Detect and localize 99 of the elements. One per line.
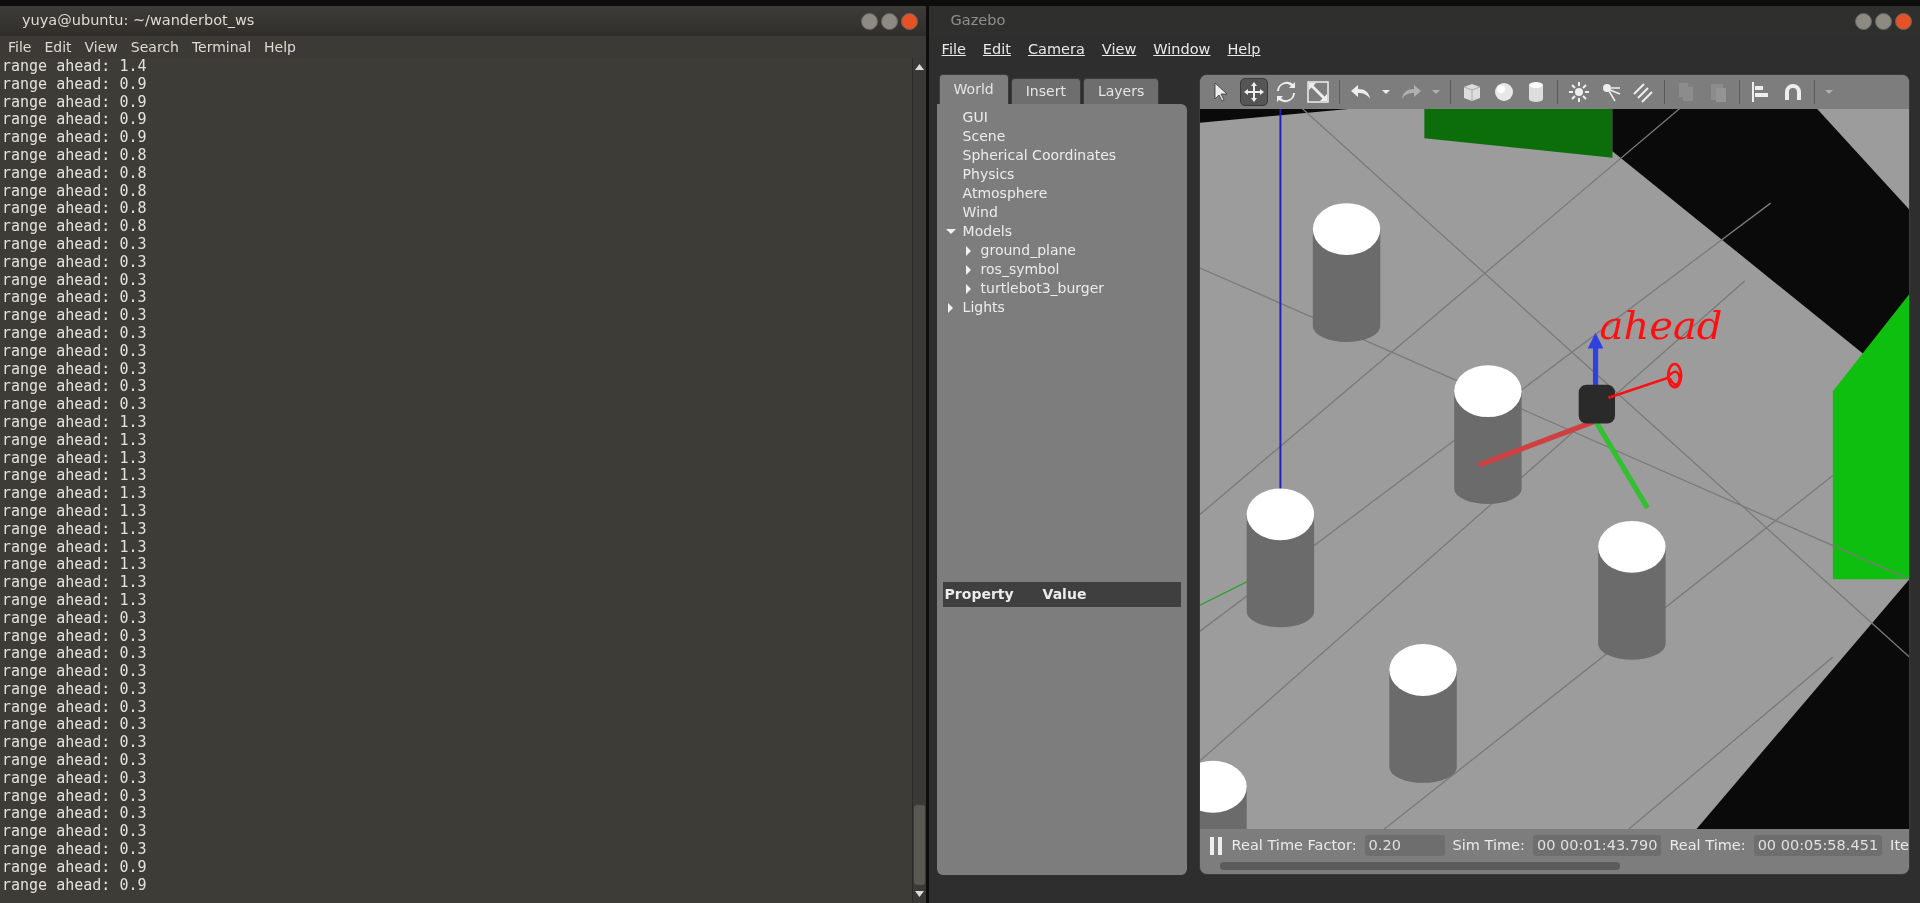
column-header: Value: [1041, 584, 1087, 604]
output-line: range ahead: 1.3: [2, 591, 148, 610]
output-line: range ahead: 1.3: [2, 502, 148, 521]
output-line: range ahead: 1.3: [2, 467, 148, 486]
minimize-button[interactable]: [860, 12, 878, 30]
tree-item[interactable]: Physics: [962, 164, 1015, 185]
menu-item[interactable]: Edit: [982, 39, 1011, 61]
tab[interactable]: World: [938, 74, 1009, 104]
menu-item[interactable]: View: [1101, 39, 1137, 61]
output-line: range ahead: 0.3: [2, 324, 148, 343]
menu-item[interactable]: Search: [130, 36, 179, 58]
output-line: range ahead: 0.3: [2, 253, 148, 272]
tree-item[interactable]: Spherical Coordinates: [962, 145, 1117, 166]
menu-item[interactable]: Edit: [44, 36, 72, 58]
move-arrows-icon[interactable]: [1239, 78, 1268, 106]
menu-item[interactable]: File: [941, 39, 966, 61]
output-line: range ahead: 0.9: [2, 111, 148, 130]
output-line: range ahead: 0.3: [2, 307, 148, 325]
tree-item[interactable]: Atmosphere: [962, 183, 1048, 204]
output-line: range ahead: 0.3: [2, 378, 148, 397]
output-line: range ahead: 0.3: [2, 235, 148, 254]
status-value-field: 00 00:01:43.790: [1532, 834, 1662, 857]
window-title: yuya@ubuntu: ~/wanderbot_ws: [22, 11, 255, 31]
tree-item[interactable]: turtlebot3_burger: [980, 278, 1105, 299]
menu-item[interactable]: Help: [264, 36, 296, 58]
status-value-field: 0.20: [1364, 834, 1445, 857]
tab[interactable]: Insert: [1010, 78, 1081, 104]
output-line: range ahead: 0.3: [2, 645, 148, 664]
output-line: range ahead: 0.3: [2, 342, 148, 361]
tree-item[interactable]: Models: [962, 221, 1012, 242]
maximize-button[interactable]: [1875, 12, 1892, 30]
output-line: range ahead: 1.3: [2, 556, 148, 575]
status-label: Sim Time:: [1452, 835, 1525, 855]
menu-item[interactable]: Window: [1153, 39, 1211, 61]
output-line: range ahead: 1.3: [2, 485, 148, 503]
output-line: range ahead: 0.3: [2, 805, 148, 824]
output-line: range ahead: 0.9: [2, 93, 148, 112]
output-line: range ahead: 0.3: [2, 787, 148, 806]
output-line: range ahead: 0.8: [2, 218, 148, 236]
output-line: range ahead: 0.8: [2, 182, 148, 201]
output-line: range ahead: 1.4: [2, 58, 148, 76]
status-label: Real Time Factor:: [1231, 835, 1357, 855]
output-line: range ahead: 0.3: [2, 716, 148, 735]
window-title: Gazebo: [950, 11, 1006, 31]
menu-item[interactable]: View: [84, 36, 118, 58]
output-line: range ahead: 0.3: [2, 841, 148, 859]
output-line: range ahead: 0.9: [2, 876, 148, 895]
output-line: range ahead: 0.3: [2, 289, 148, 308]
scrollbar-thumb[interactable]: [1219, 862, 1620, 870]
output-line: range ahead: 0.3: [2, 680, 148, 699]
tree-item[interactable]: GUI: [962, 107, 988, 128]
menu-item[interactable]: File: [8, 36, 32, 58]
output-line: range ahead: 0.3: [2, 823, 148, 842]
output-line: range ahead: 0.3: [2, 627, 148, 646]
scrollbar-thumb[interactable]: [913, 805, 925, 885]
output-line: range ahead: 1.3: [2, 574, 148, 592]
close-button[interactable]: [900, 12, 918, 30]
output-line: range ahead: 0.3: [2, 609, 148, 628]
output-line: range ahead: 0.9: [2, 75, 148, 94]
scrollbar[interactable]: [911, 58, 926, 903]
menu-item[interactable]: Terminal: [191, 36, 252, 58]
tree-item[interactable]: ground_plane: [980, 240, 1076, 261]
status-value-field: 00 00:05:58.451: [1753, 834, 1883, 857]
output-line: range ahead: 0.9: [2, 858, 148, 877]
tree-item[interactable]: Wind: [962, 202, 998, 223]
tree-item[interactable]: ros_symbol: [980, 259, 1060, 280]
scroll-down-icon[interactable]: [914, 891, 924, 897]
scroll-up-icon[interactable]: [914, 64, 924, 70]
output-line: range ahead: 0.3: [2, 752, 148, 770]
output-line: range ahead: 1.3: [2, 431, 148, 450]
output-line: range ahead: 1.3: [2, 449, 148, 468]
tab[interactable]: Layers: [1082, 78, 1160, 104]
minimize-button[interactable]: [1855, 12, 1872, 30]
annotation-text: ahead: [1599, 305, 1723, 345]
menu-item[interactable]: Help: [1227, 39, 1261, 61]
pause-icon[interactable]: [1209, 836, 1224, 855]
output-line: range ahead: 1.3: [2, 520, 148, 539]
output-line: range ahead: 0.8: [2, 147, 148, 165]
output-line: range ahead: 1.3: [2, 413, 148, 432]
output-line: range ahead: 0.3: [2, 698, 148, 717]
status-label: Real Time:: [1669, 835, 1746, 855]
output-line: range ahead: 0.3: [2, 734, 148, 753]
output-line: range ahead: 0.8: [2, 200, 148, 219]
output-line: range ahead: 0.3: [2, 769, 148, 788]
output-line: range ahead: 0.3: [2, 396, 148, 414]
output-line: range ahead: 0.3: [2, 663, 148, 681]
output-line: range ahead: 0.8: [2, 164, 148, 183]
close-button[interactable]: [1895, 12, 1912, 30]
maximize-button[interactable]: [880, 12, 898, 30]
output-line: range ahead: 0.3: [2, 360, 148, 379]
tree-item[interactable]: Scene: [962, 126, 1006, 147]
output-line: range ahead: 0.3: [2, 271, 148, 290]
status-label: Ite: [1890, 835, 1909, 855]
column-header: Property: [943, 584, 1015, 604]
output-line: range ahead: 0.9: [2, 129, 148, 147]
menu-item[interactable]: Camera: [1027, 39, 1085, 61]
tree-item[interactable]: Lights: [962, 297, 1005, 318]
viewport-drawing[interactable]: [1199, 109, 1909, 829]
output-line: range ahead: 1.3: [2, 538, 148, 557]
